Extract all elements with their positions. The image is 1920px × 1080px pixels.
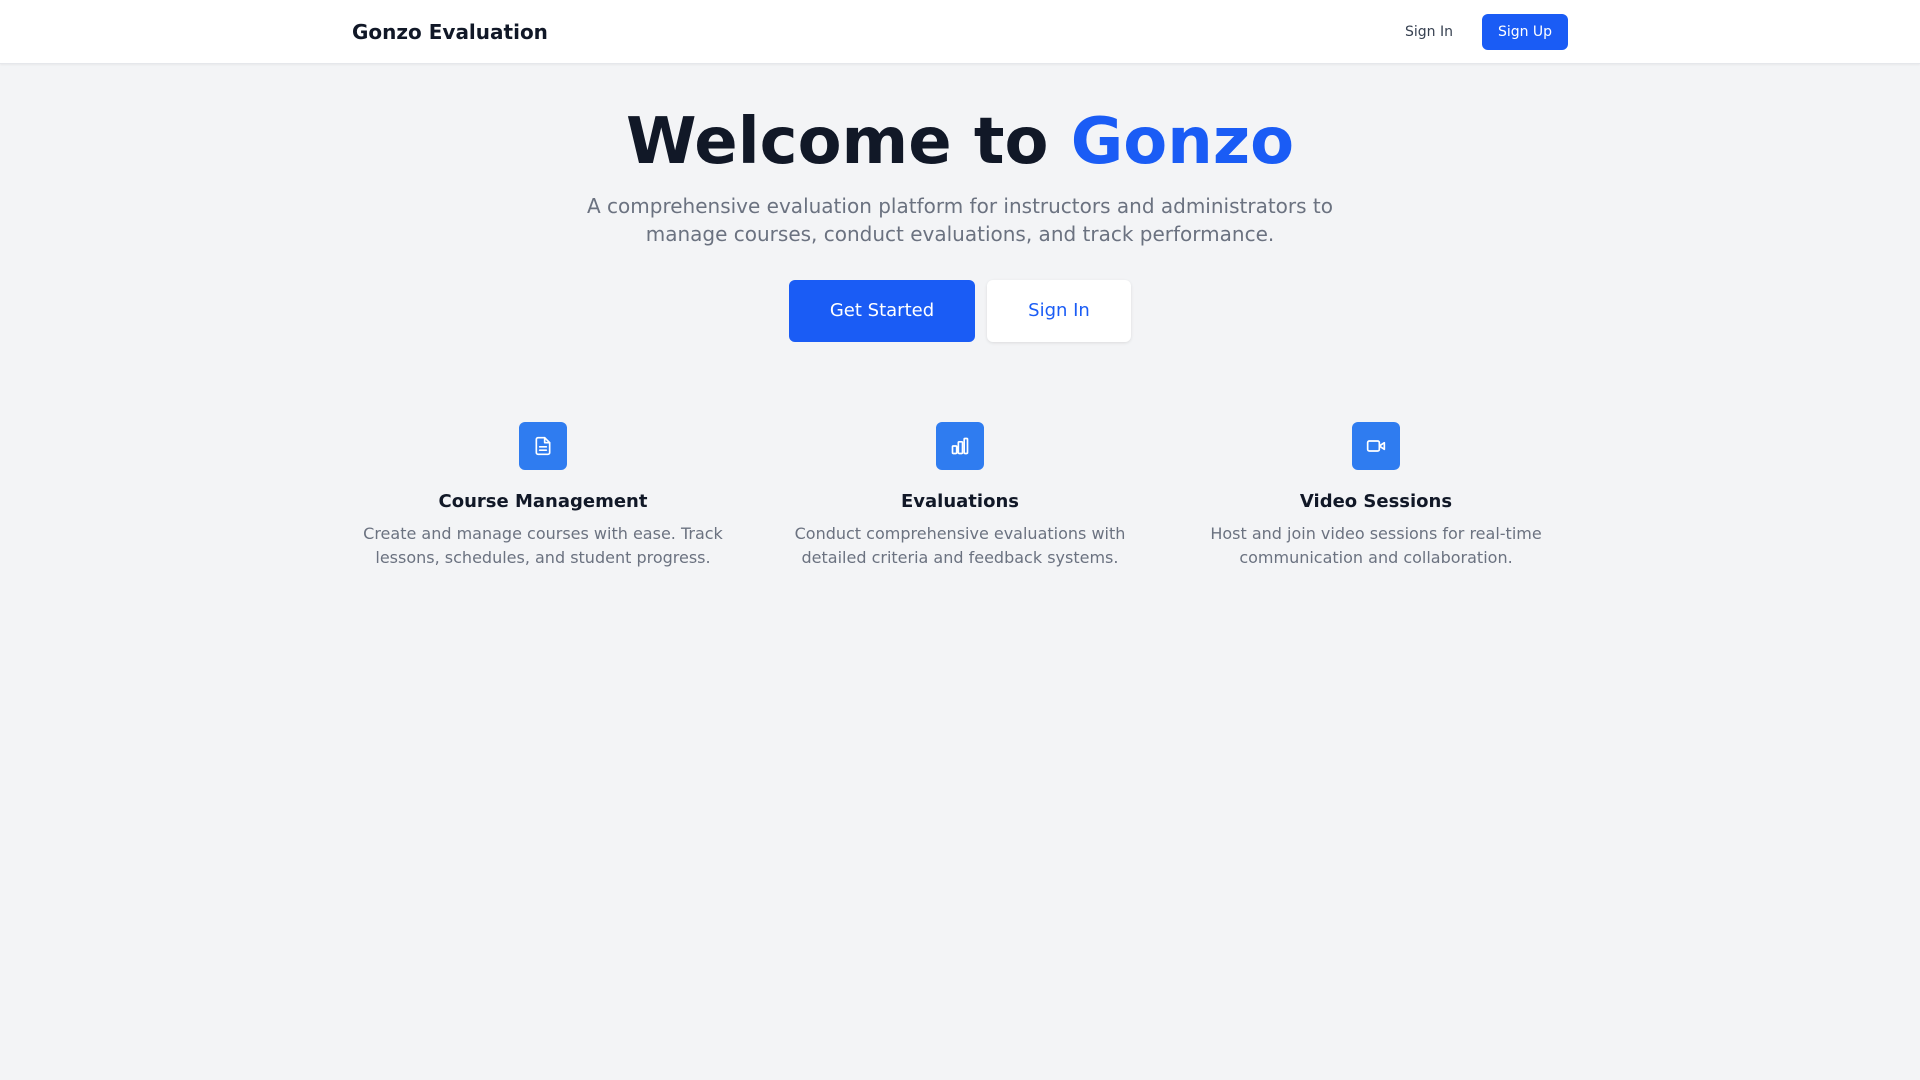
hero-title-prefix: Welcome to [625, 105, 1071, 179]
bar-chart-icon [936, 422, 984, 470]
brand-logo-text[interactable]: Gonzo Evaluation [352, 20, 548, 44]
feature-title: Evaluations [901, 491, 1019, 512]
hero-sign-in-button[interactable]: Sign In [987, 280, 1131, 342]
hero-subtitle: A comprehensive evaluation platform for … [587, 194, 1333, 246]
hero-title: Welcome to Gonzo [0, 104, 1920, 180]
nav-sign-in-button[interactable]: Sign In [1390, 14, 1468, 50]
feature-description: Create and manage courses with ease. Tra… [363, 524, 723, 567]
feature-title: Video Sessions [1299, 491, 1453, 512]
feature-title: Course Management [438, 491, 648, 512]
get-started-button[interactable]: Get Started [789, 280, 975, 342]
video-camera-icon [1352, 422, 1400, 470]
nav-sign-up-button[interactable]: Sign Up [1482, 14, 1568, 50]
top-navbar: Gonzo Evaluation Sign In Sign Up [0, 0, 1920, 64]
hero-title-accent: Gonzo [1070, 105, 1295, 179]
feature-description: Host and join video sessions for real-ti… [1210, 524, 1542, 567]
document-icon [519, 422, 567, 470]
feature-description: Conduct comprehensive evaluations with d… [794, 524, 1126, 567]
